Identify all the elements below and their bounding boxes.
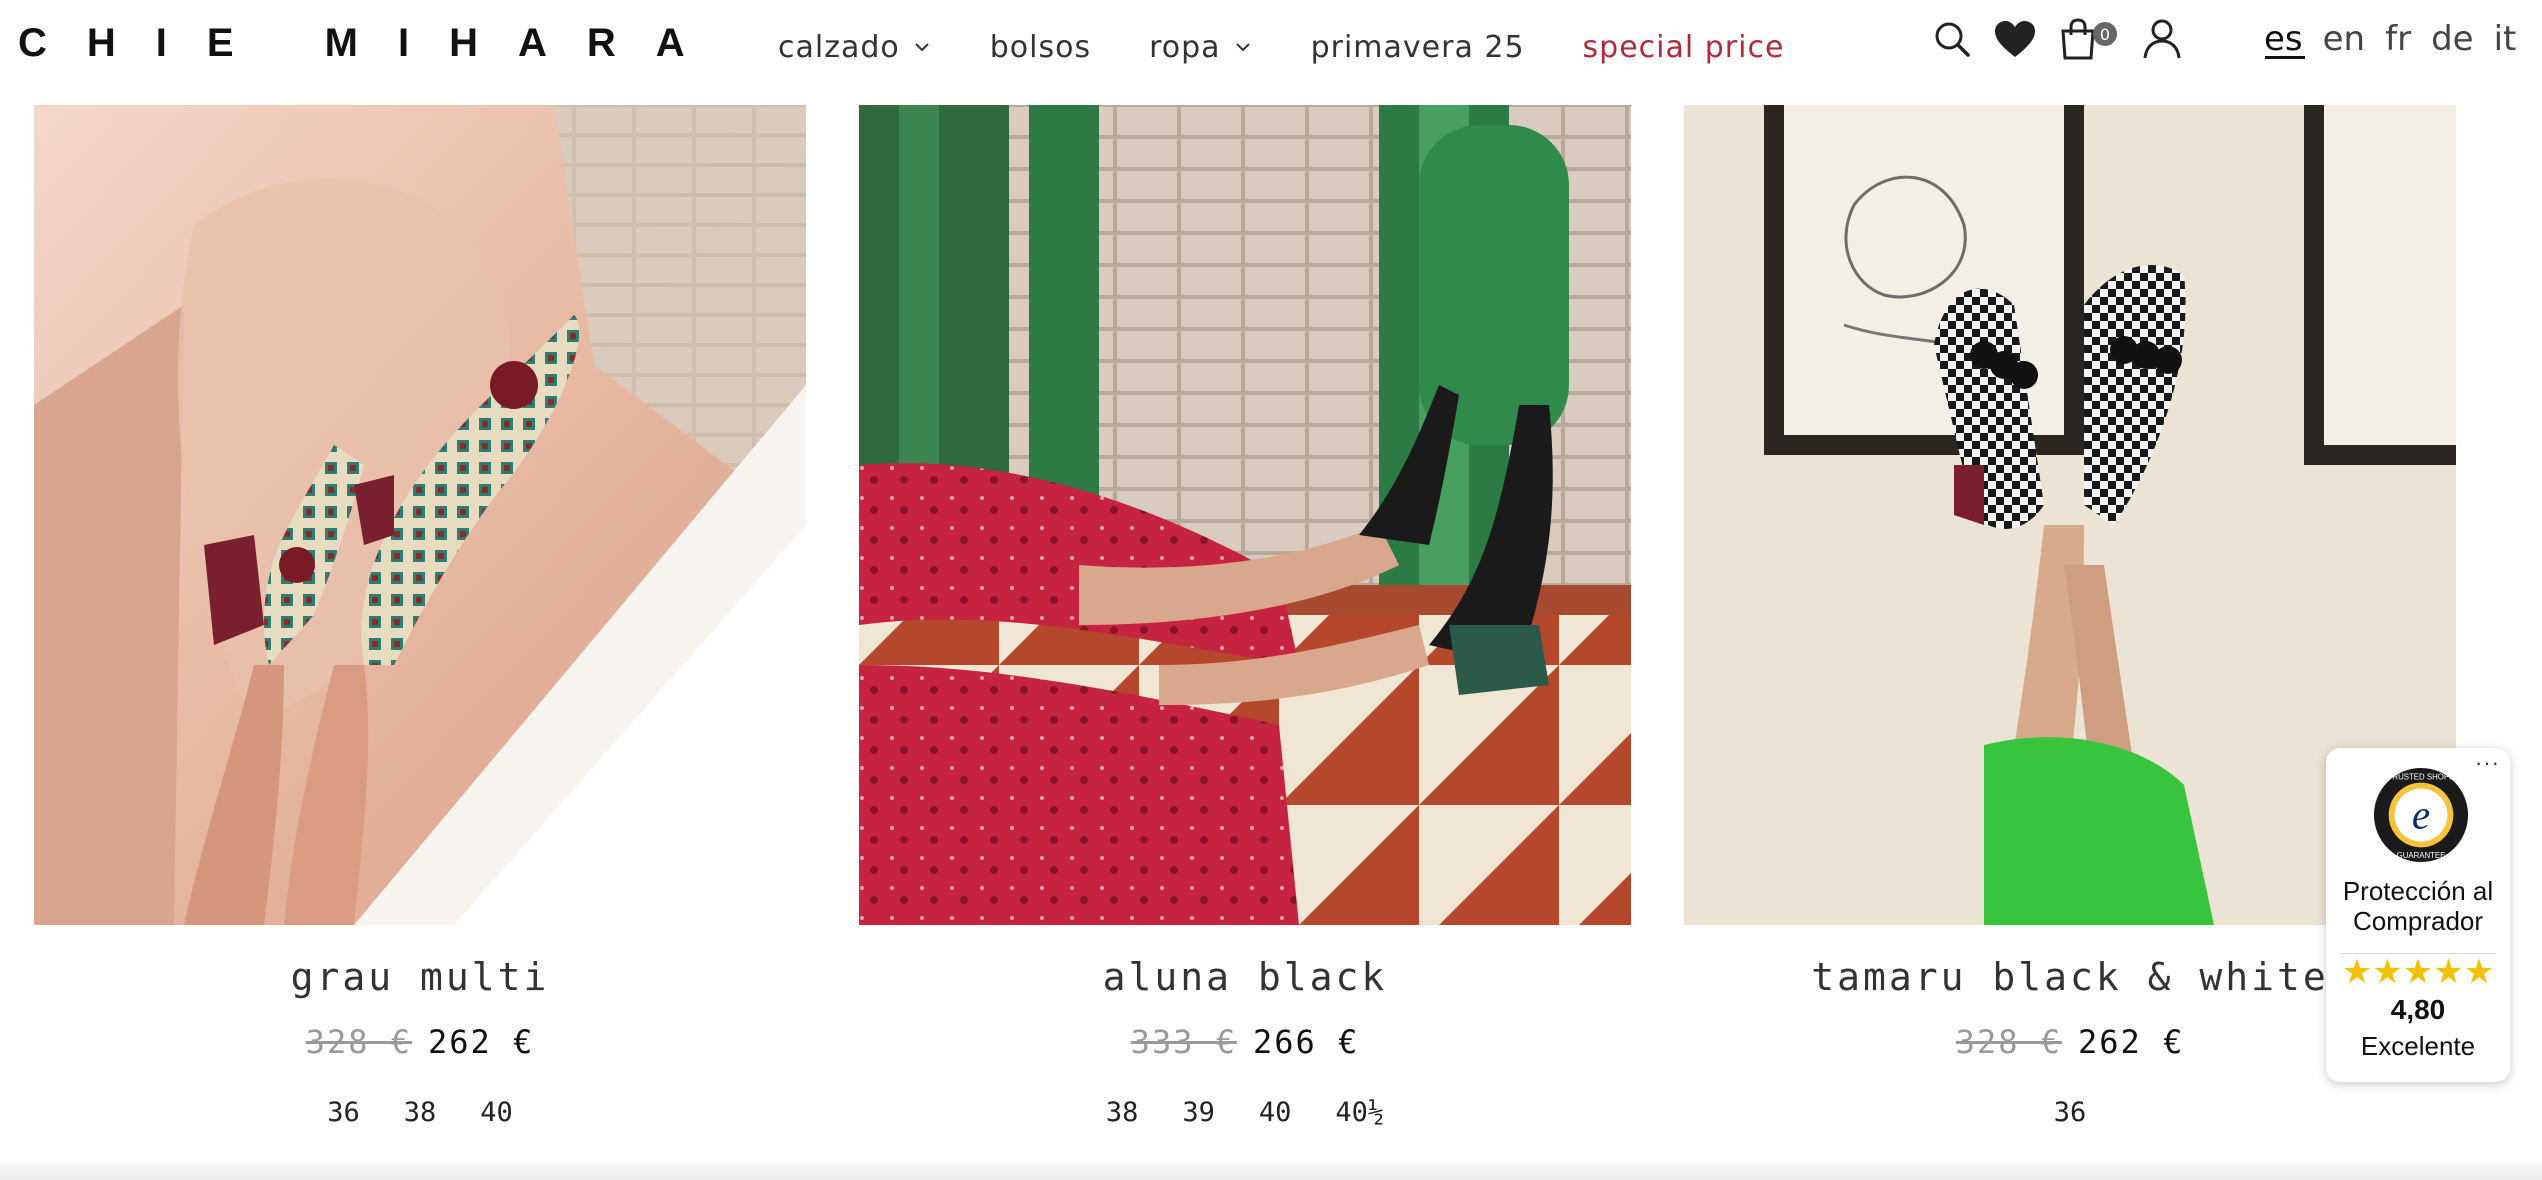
size-option[interactable]: 40: [480, 1097, 513, 1128]
size-option[interactable]: 36: [2054, 1097, 2087, 1128]
size-option[interactable]: 38: [404, 1097, 437, 1128]
header-icons: [1930, 14, 2184, 64]
trusted-shops-seal-icon: e TRUSTED SHOPS GUARANTEE: [2373, 767, 2469, 863]
trusted-shops-badge[interactable]: ··· e TRUSTED SHOPS GUARANTEE Protección…: [2326, 748, 2510, 1082]
search-icon[interactable]: [1930, 17, 1974, 61]
lang-fr[interactable]: fr: [2385, 19, 2411, 59]
svg-text:GUARANTEE: GUARANTEE: [2397, 851, 2446, 860]
sale-price: 262 €: [428, 1023, 535, 1061]
product-image[interactable]: [859, 105, 1631, 925]
lang-es[interactable]: es: [2264, 19, 2303, 59]
rating-stars: ★★★★★: [2341, 953, 2495, 991]
brand-logo-text: CHIE MIHARA: [18, 21, 725, 65]
size-option[interactable]: 39: [1182, 1097, 1215, 1128]
old-price: 328 €: [305, 1023, 412, 1061]
product-prices: 328 € 262 €: [34, 1023, 806, 1061]
svg-text:e: e: [2412, 792, 2430, 838]
nav-item-ropa[interactable]: ropa: [1149, 30, 1252, 65]
lang-it[interactable]: it: [2494, 19, 2517, 59]
size-option[interactable]: 40: [1259, 1097, 1292, 1128]
active-lang-underline: [2265, 56, 2305, 59]
product-name[interactable]: grau multi: [34, 955, 806, 999]
nav-item-bolsos[interactable]: bolsos: [990, 30, 1091, 65]
heart-icon[interactable]: [1992, 17, 2038, 61]
product-image[interactable]: [34, 105, 806, 925]
nav-item-primavera-25[interactable]: primavera 25: [1311, 30, 1525, 65]
size-option[interactable]: 38: [1106, 1097, 1139, 1128]
lang-de[interactable]: de: [2431, 19, 2474, 59]
rating-score: 4,80: [2390, 994, 2446, 1025]
cart-count-badge: 0: [2093, 22, 2117, 46]
size-list: 38 39 40 40½: [859, 1097, 1631, 1128]
nav-item-label: bolsos: [989, 29, 1092, 65]
old-price: 333 €: [1130, 1023, 1237, 1061]
sale-price: 262 €: [2078, 1023, 2185, 1061]
user-icon[interactable]: [2140, 17, 2184, 61]
rating-label: Excelente: [2360, 1031, 2476, 1061]
nav-item-label: calzado: [778, 29, 900, 65]
brand-logo[interactable]: CHIE MIHARA: [18, 18, 725, 68]
main-nav: calzado bolsos ropa primavera 25 special…: [778, 24, 1784, 70]
size-list: 36 38 40: [34, 1097, 806, 1128]
nav-item-label: ropa: [1149, 29, 1221, 65]
scroll-shade: [0, 1160, 2542, 1180]
site-header: CHIE MIHARA calzado bolsos ropa primaver…: [0, 0, 2542, 100]
product-name[interactable]: aluna black: [859, 955, 1631, 999]
nav-item-special-price[interactable]: special price: [1583, 30, 1785, 65]
chevron-down-icon: [915, 43, 929, 52]
nav-item-label: special price: [1582, 29, 1785, 65]
svg-text:TRUSTED SHOPS: TRUSTED SHOPS: [2388, 773, 2455, 782]
chevron-down-icon: [1235, 43, 1250, 52]
lang-en[interactable]: en: [2323, 19, 2365, 59]
old-price: 328 €: [1955, 1023, 2062, 1061]
nav-item-calzado[interactable]: calzado: [778, 30, 932, 65]
badge-title: Protección al Comprador: [2342, 876, 2494, 936]
size-option[interactable]: 36: [327, 1097, 360, 1128]
sale-price: 266 €: [1253, 1023, 1360, 1061]
size-list: 36: [1684, 1097, 2456, 1128]
nav-item-label: primavera 25: [1310, 29, 1525, 65]
size-option[interactable]: 40½: [1335, 1097, 1384, 1128]
product-prices: 333 € 266 €: [859, 1023, 1631, 1061]
more-options-icon[interactable]: ···: [2475, 750, 2500, 776]
